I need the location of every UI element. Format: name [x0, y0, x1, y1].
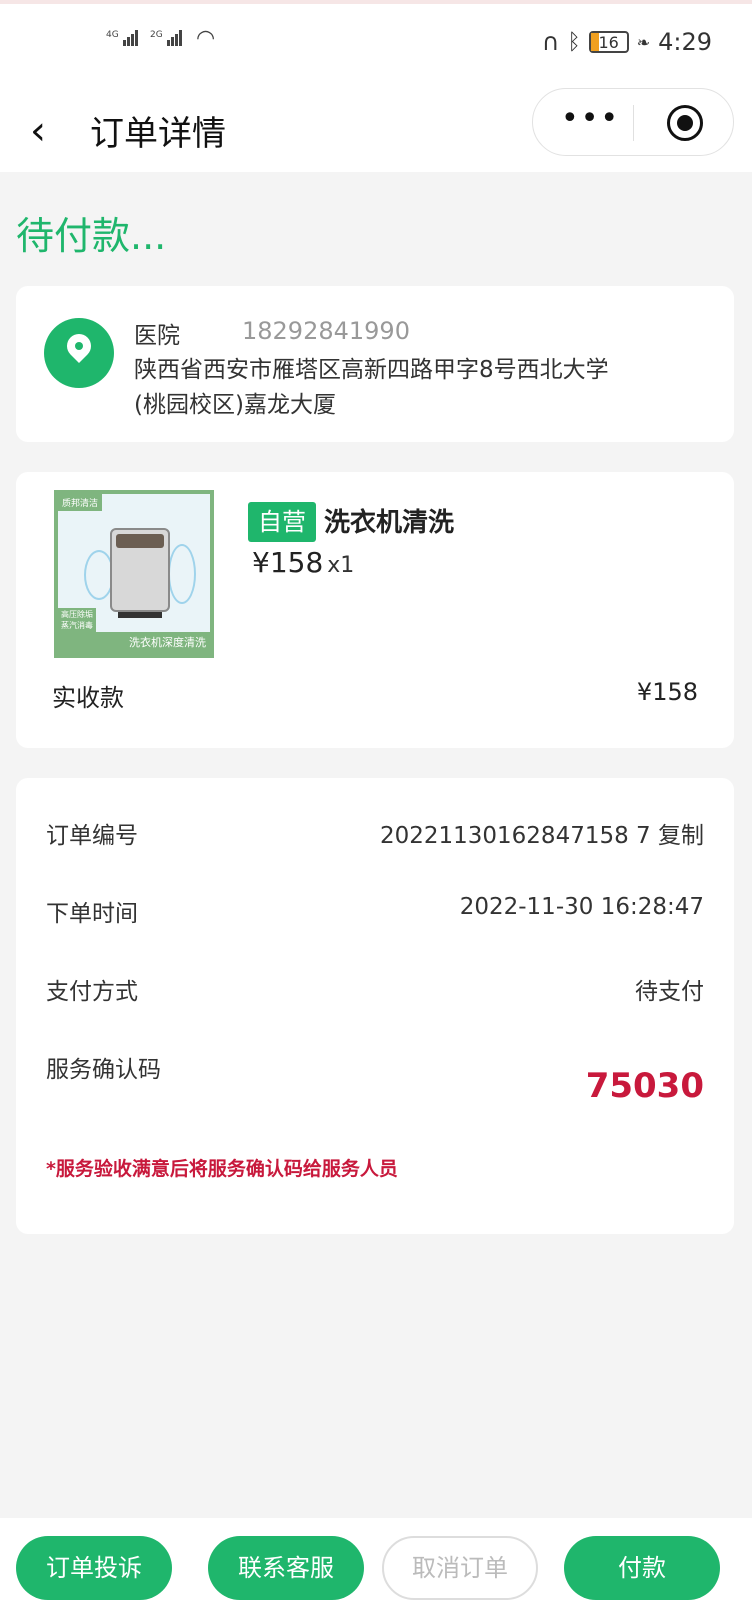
goods-card: 质邦清洁 高压除垢 蒸汽消毒 洗衣机深度清洗 自营 洗衣机清洗 ¥158 x1 实… — [16, 472, 734, 748]
nav-bar: ‹ 订单详情 ••• — [0, 86, 752, 172]
self-operated-badge: 自营 — [248, 502, 316, 542]
image-tag-side-2: 蒸汽消毒 — [61, 621, 93, 630]
order-time-label: 下单时间 — [46, 901, 138, 927]
image-tag-side-1: 高压除垢 — [61, 610, 93, 619]
address-phone: 18292841990 — [242, 317, 410, 345]
status-right: ∩ ᛒ 16 ❧ 4:29 — [542, 28, 712, 56]
pay-method-label: 支付方式 — [46, 979, 138, 1005]
order-no-value[interactable]: 20221130162847158 7 复制 — [380, 816, 704, 850]
goods-image[interactable]: 质邦清洁 高压除垢 蒸汽消毒 洗衣机深度清洗 — [54, 490, 214, 658]
goods-price-value: ¥158 — [252, 546, 324, 579]
cancel-order-button[interactable]: 取消订单 — [382, 1536, 538, 1600]
image-tag-side: 高压除垢 蒸汽消毒 — [58, 608, 96, 632]
address-name: 医院 — [134, 323, 180, 349]
chevron-left-icon[interactable]: ‹ — [30, 108, 46, 154]
page-title: 订单详情 — [90, 114, 226, 154]
contact-service-button[interactable]: 联系客服 — [208, 1536, 364, 1600]
wifi-icon: ◠ — [196, 26, 216, 51]
washer-icon — [110, 528, 170, 618]
image-tag-bottom: 洗衣机深度清洗 — [58, 632, 210, 654]
complain-button[interactable]: 订单投诉 — [16, 1536, 172, 1600]
capsule-divider — [633, 105, 634, 141]
bottom-action-bar: 订单投诉 联系客服 取消订单 付款 — [0, 1518, 752, 1606]
signal-2g: 2G — [150, 30, 183, 46]
address-card: 医院 18292841990 陕西省西安市雁塔区高新四路甲字8号西北大学(桃园校… — [16, 286, 734, 442]
goods-name: 洗衣机清洗 — [324, 508, 455, 538]
signal-2g-icon — [166, 30, 183, 46]
battery-level: 16 — [598, 32, 619, 52]
goods-qty: x1 — [327, 553, 355, 578]
goods-price: ¥158 x1 — [252, 546, 354, 579]
more-dots-icon[interactable]: ••• — [561, 101, 620, 136]
status-bar: 4G 2G ◠ ∩ ᛒ 16 ❧ 4:29 — [0, 0, 752, 86]
order-time-value: 2022-11-30 16:28:47 — [459, 894, 704, 920]
battery-icon: 16 — [588, 31, 629, 53]
status-bar-topline — [0, 0, 752, 4]
leaf-icon: ❧ — [636, 32, 651, 52]
target-circle-icon[interactable] — [667, 105, 703, 141]
bluetooth-icon: ᛒ — [567, 29, 581, 55]
signal-4g-label: 4G — [106, 30, 119, 40]
paid-label: 实收款 — [52, 684, 124, 712]
clock: 4:29 — [658, 28, 712, 56]
signal-4g-icon — [122, 30, 139, 46]
order-info-card: 订单编号 20221130162847158 7 复制 下单时间 2022-11… — [16, 778, 734, 1234]
pay-button[interactable]: 付款 — [564, 1536, 720, 1600]
headphones-icon: ∩ — [541, 28, 560, 56]
order-no-label: 订单编号 — [46, 823, 138, 849]
mini-program-capsule: ••• — [532, 88, 734, 156]
confirm-code-label: 服务确认码 — [46, 1057, 161, 1083]
signal-2g-label: 2G — [150, 30, 163, 40]
address-detail: 陕西省西安市雁塔区高新四路甲字8号西北大学(桃园校区)嘉龙大厦 — [134, 357, 609, 418]
location-pin-icon — [44, 318, 114, 388]
signal-4g: 4G — [106, 30, 139, 46]
confirm-code-value: 75030 — [585, 1066, 704, 1106]
pay-method-value: 待支付 — [635, 979, 704, 1005]
water-splash — [168, 544, 196, 604]
confirm-code-note: *服务验收满意后将服务确认码给服务人员 — [46, 1158, 398, 1180]
image-tag-top: 质邦清洁 — [58, 494, 103, 511]
paid-value: ¥158 — [636, 678, 698, 706]
order-status: 待付款... — [16, 214, 167, 258]
